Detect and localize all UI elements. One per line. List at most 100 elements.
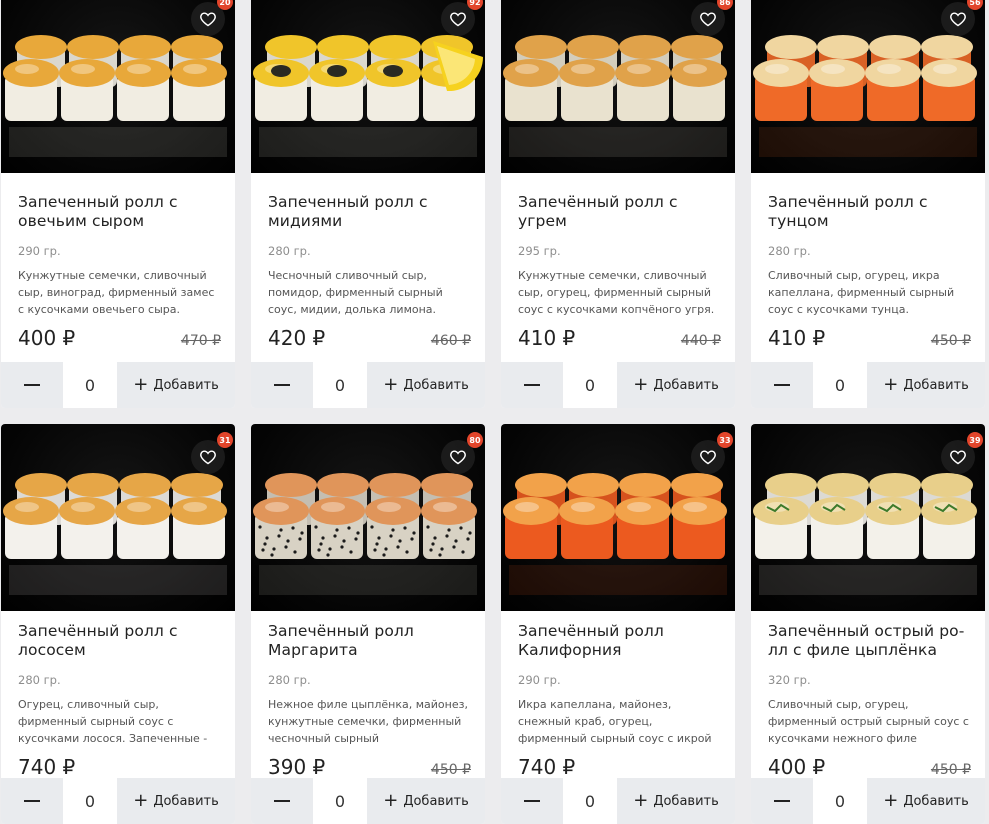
add-to-cart-label: Добавить <box>653 377 719 393</box>
product-card[interactable]: 86 Запечённый ролл с угрем 295 гр. Кунжутны… <box>501 0 735 408</box>
decrease-quantity-button[interactable] <box>1 778 63 824</box>
minus-icon <box>524 384 540 386</box>
product-info: Запечённый острый ро- лл с филе цыплёнка… <box>768 622 971 779</box>
product-card[interactable]: 31 Запечённый ролл с лососем 280 гр. Огурец… <box>1 424 235 824</box>
product-price: 420 ₽ <box>268 326 326 350</box>
quantity-value[interactable]: 0 <box>563 778 617 824</box>
product-title[interactable]: Запеченный ролл с овечьим сыром <box>18 193 221 231</box>
add-to-cart-button[interactable]: + Добавить <box>867 778 985 824</box>
product-old-price: 470 ₽ <box>180 333 221 349</box>
cart-controls: 0 + Добавить <box>1 778 235 824</box>
heart-icon <box>449 449 467 465</box>
cart-controls: 0 + Добавить <box>1 362 235 408</box>
add-to-cart-label: Добавить <box>403 793 469 809</box>
product-info: Запечённый ролл с тунцом 280 гр. Сливочный… <box>768 193 971 350</box>
add-to-cart-button[interactable]: + Добавить <box>367 778 485 824</box>
favorite-button[interactable]: 31 <box>191 432 233 474</box>
plus-icon: + <box>883 790 899 811</box>
add-to-cart-button[interactable]: + Добавить <box>367 362 485 408</box>
heart-icon <box>949 11 967 27</box>
add-to-cart-label: Добавить <box>153 377 219 393</box>
decrease-quantity-button[interactable] <box>251 362 313 408</box>
product-card[interactable]: 92 Запеченный ролл с мидиями 280 гр. Чесноч… <box>251 0 485 408</box>
product-title[interactable]: Запеченный ролл с мидиями <box>268 193 471 231</box>
quantity-value[interactable]: 0 <box>563 362 617 408</box>
product-old-price: 450 ₽ <box>930 333 971 349</box>
add-to-cart-button[interactable]: + Добавить <box>867 362 985 408</box>
product-weight: 280 гр. <box>268 673 311 687</box>
product-description: Сливочный сыр, огурец, фирменный острый … <box>768 698 969 745</box>
favorite-button[interactable]: 20 <box>191 0 233 36</box>
add-to-cart-label: Добавить <box>403 377 469 393</box>
add-to-cart-button[interactable]: + Добавить <box>617 362 735 408</box>
cart-controls: 0 + Добавить <box>751 778 985 824</box>
heart-icon <box>699 11 717 27</box>
decrease-quantity-button[interactable] <box>751 362 813 408</box>
product-info: Запечённый ролл с лососем 280 гр. Огурец, … <box>18 622 221 779</box>
product-weight: 295 гр. <box>518 244 561 258</box>
product-weight: 280 гр. <box>768 244 811 258</box>
product-title[interactable]: Запечённый ролл с тунцом <box>768 193 971 231</box>
product-weight: 320 гр. <box>768 673 811 687</box>
favorite-button[interactable]: 39 <box>941 432 983 474</box>
product-price: 410 ₽ <box>518 326 576 350</box>
quantity-value[interactable]: 0 <box>813 362 867 408</box>
price-row: 400 ₽ 470 ₽ <box>18 326 221 350</box>
favorite-button[interactable]: 86 <box>691 0 733 36</box>
product-weight: 290 гр. <box>518 673 561 687</box>
add-to-cart-label: Добавить <box>653 793 719 809</box>
add-to-cart-button[interactable]: + Добавить <box>117 778 235 824</box>
quantity-value[interactable]: 0 <box>63 362 117 408</box>
plus-icon: + <box>883 374 899 395</box>
product-description: Кунжутные семечки, сливочный сыр, огурец… <box>518 269 715 316</box>
product-card[interactable]: 56 Запечённый ролл с тунцом 280 гр. Сливочн… <box>751 0 985 408</box>
product-card[interactable]: 80 Запечённый ролл Маргарита 280 гр. Нежное… <box>251 424 485 824</box>
product-old-price: 450 ₽ <box>430 762 471 778</box>
product-card[interactable]: 20 Запеченный ролл с овечьим сыром 290 гр.… <box>1 0 235 408</box>
product-title[interactable]: Запечённый ролл с лососем <box>18 622 221 660</box>
minus-icon <box>774 384 790 386</box>
price-row: 410 ₽ 450 ₽ <box>768 326 971 350</box>
minus-icon <box>24 384 40 386</box>
minus-icon <box>524 800 540 802</box>
plus-icon: + <box>383 374 399 395</box>
decrease-quantity-button[interactable] <box>501 362 563 408</box>
favorite-button[interactable]: 92 <box>441 0 483 36</box>
favorite-button[interactable]: 80 <box>441 432 483 474</box>
product-description: Кунжутные семечки, сливочный сыр, виногр… <box>18 269 215 316</box>
cart-controls: 0 + Добавить <box>501 778 735 824</box>
product-info: Запеченный ролл с овечьим сыром 290 гр. Ку… <box>18 193 221 350</box>
product-info: Запечённый ролл Маргарита 280 гр. Нежное ф… <box>268 622 471 779</box>
add-to-cart-button[interactable]: + Добавить <box>617 778 735 824</box>
favorite-button[interactable]: 33 <box>691 432 733 474</box>
product-title[interactable]: Запечённый ролл с угрем <box>518 193 721 231</box>
product-description: Икра капеллана, майонез, снежный краб, о… <box>518 698 712 745</box>
product-card[interactable]: 33 Запечённый ролл Калифорния 290 гр. Икра … <box>501 424 735 824</box>
add-to-cart-label: Добавить <box>903 377 969 393</box>
product-title[interactable]: Запечённый ролл Калифорния <box>518 622 721 660</box>
product-card[interactable]: 39 Запечённый острый ро- лл с филе цыплён… <box>751 424 985 824</box>
plus-icon: + <box>383 790 399 811</box>
favorite-button[interactable]: 56 <box>941 0 983 36</box>
favorite-count-badge: 33 <box>717 432 733 448</box>
price-row: 410 ₽ 440 ₽ <box>518 326 721 350</box>
product-weight: 290 гр. <box>18 244 61 258</box>
quantity-value[interactable]: 0 <box>313 362 367 408</box>
quantity-value[interactable]: 0 <box>313 778 367 824</box>
plus-icon: + <box>133 374 149 395</box>
minus-icon <box>274 384 290 386</box>
product-grid: 20 Запеченный ролл с овечьим сыром 290 гр.… <box>0 0 989 824</box>
product-price: 410 ₽ <box>768 326 826 350</box>
add-to-cart-button[interactable]: + Добавить <box>117 362 235 408</box>
decrease-quantity-button[interactable] <box>501 778 563 824</box>
decrease-quantity-button[interactable] <box>251 778 313 824</box>
product-title[interactable]: Запечённый острый ро- лл с филе цыплёнка <box>768 622 971 660</box>
heart-icon <box>199 11 217 27</box>
decrease-quantity-button[interactable] <box>1 362 63 408</box>
heart-icon <box>949 449 967 465</box>
heart-icon <box>449 11 467 27</box>
quantity-value[interactable]: 0 <box>63 778 117 824</box>
quantity-value[interactable]: 0 <box>813 778 867 824</box>
decrease-quantity-button[interactable] <box>751 778 813 824</box>
product-title[interactable]: Запечённый ролл Маргарита <box>268 622 471 660</box>
